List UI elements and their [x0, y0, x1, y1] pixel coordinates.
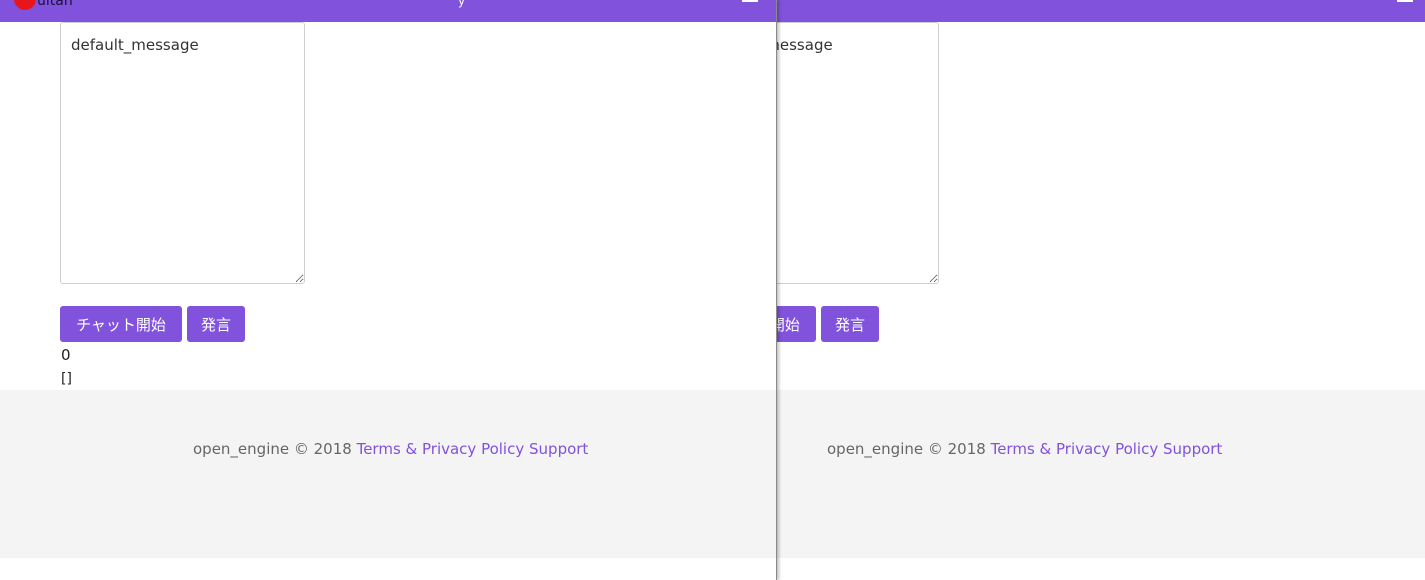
copyright-text: open_engine © 2018 — [193, 440, 352, 458]
footer-text: open_engine © 2018 Terms & Privacy Polic… — [827, 440, 1222, 458]
speak-button[interactable]: 発言 — [821, 306, 879, 342]
footer-text: open_engine © 2018 Terms & Privacy Polic… — [193, 440, 588, 458]
start-chat-button[interactable]: チャット開始 — [60, 306, 182, 342]
message-textarea[interactable]: default_message — [776, 22, 939, 284]
navbar: uitan y — [0, 0, 776, 22]
copyright-text: open_engine © 2018 — [827, 440, 986, 458]
hamburger-menu-icon[interactable] — [1397, 0, 1413, 2]
hamburger-menu-icon[interactable] — [742, 0, 758, 2]
terms-privacy-link[interactable]: Terms & Privacy Policy — [357, 440, 525, 458]
support-link[interactable]: Support — [529, 440, 588, 458]
browser-window-right: default_message チャット開始 発言 open_engine © … — [776, 0, 1425, 580]
logo-icon[interactable] — [14, 0, 36, 10]
brand-name[interactable]: uitan — [37, 0, 73, 9]
footer: open_engine © 2018 Terms & Privacy Polic… — [0, 390, 776, 558]
start-chat-button[interactable]: チャット開始 — [776, 306, 816, 342]
message-counter: 0 — [61, 346, 71, 364]
nav-title: y — [458, 0, 466, 8]
messages-output: [] — [61, 371, 72, 387]
browser-window-left: uitan y default_message チャット開始 発言 0 [] o… — [0, 0, 777, 580]
footer: open_engine © 2018 Terms & Privacy Polic… — [776, 390, 1425, 558]
navbar — [776, 0, 1425, 22]
terms-privacy-link[interactable]: Terms & Privacy Policy — [991, 440, 1159, 458]
message-textarea[interactable]: default_message — [60, 22, 305, 284]
speak-button[interactable]: 発言 — [187, 306, 245, 342]
support-link[interactable]: Support — [1163, 440, 1222, 458]
